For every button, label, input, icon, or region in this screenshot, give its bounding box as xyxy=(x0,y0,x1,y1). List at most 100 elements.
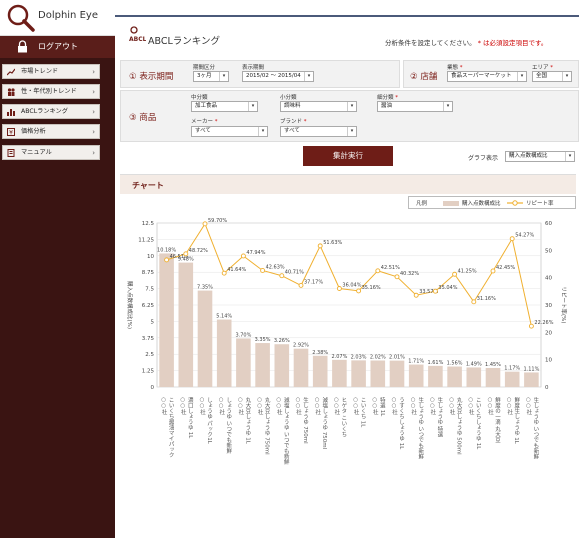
chevron-down-icon: ▾ xyxy=(258,127,267,136)
repeat-rate-point xyxy=(528,323,534,329)
detail-category-label: 細分類 * xyxy=(377,93,398,101)
period-range-label: 表示期間 xyxy=(242,65,265,71)
line-data-label: 59.70% xyxy=(208,218,227,224)
top-bar xyxy=(115,0,579,17)
category-label: ○○社 ヒゲタ こいくち xyxy=(333,397,347,439)
product-panel: ③ 商品 中分類 加工食品 ▾ 小分類 調味料 ▾ 細分類 * 醤油 ▾ メーカ… xyxy=(120,90,579,142)
chevron-down-icon: ▾ xyxy=(565,152,574,161)
required-mark: * xyxy=(303,119,307,125)
bar xyxy=(351,360,366,387)
period-range-select[interactable]: 2015/02 ～ 2015/04 ▾ xyxy=(242,71,314,82)
bar-data-label: 7.35% xyxy=(197,285,213,291)
y-tick-label: 7.5 xyxy=(145,287,154,293)
category-label: ○○社 生しょうゆ 750ml xyxy=(295,396,309,444)
repeat-rate-point xyxy=(471,299,477,305)
bar-data-label: 5.14% xyxy=(216,314,232,320)
chevron-down-icon: ▾ xyxy=(347,127,356,136)
brand-label-text: ブランド xyxy=(280,119,303,125)
category-label: ○○社 生しょうゆ 特選 xyxy=(429,396,443,439)
sidebar-item-gender-age[interactable]: 性・年代別トレンド › xyxy=(2,84,100,99)
graph-type-value: 購入点数構成比 xyxy=(509,153,548,159)
bar xyxy=(504,371,520,387)
category-label-text: ○○社 xyxy=(353,397,360,416)
category-label-text: ○○社 xyxy=(161,397,168,416)
category-label-text: 生しょうゆ 750ml xyxy=(302,396,309,444)
category-label-text: しょうゆ いつでも新鮮 xyxy=(225,397,232,455)
store-type-value: 食品スーパーマーケット xyxy=(451,73,512,79)
header-note-text: 分析条件を設定してください。 xyxy=(385,39,476,47)
sidebar-item-price-analysis[interactable]: ¥ 価格分析 › xyxy=(2,124,100,139)
graph-type-select[interactable]: 購入点数構成比 ▾ xyxy=(505,151,575,162)
legend-title: 凡例 xyxy=(416,201,428,207)
line-data-label: 36.04% xyxy=(342,282,361,288)
y-tick-label: 6.25 xyxy=(142,303,155,309)
category-label-text: 特選 1L xyxy=(379,396,386,417)
category-label-text: うすくちしょうゆ 1L xyxy=(398,397,405,450)
app: Dolphin Eye ログアウト 市場トレンド › 性・年代別トレンド › A… xyxy=(0,0,579,538)
maker-label-text: メーカー xyxy=(191,119,214,125)
legend-series-bar: 購入点数構成比 xyxy=(462,201,501,207)
store-area-select[interactable]: 全国 ▾ xyxy=(532,71,572,82)
line-data-label: 41.25% xyxy=(458,268,477,274)
bar xyxy=(466,367,482,387)
y2-tick-label: 50 xyxy=(545,248,552,254)
line-data-label: 40.32% xyxy=(400,271,419,277)
line-data-label: 22.26% xyxy=(534,320,553,326)
period-unit-select[interactable]: 3ヶ月 ▾ xyxy=(193,71,229,82)
bar-data-label: 1.17% xyxy=(504,366,520,372)
mid-category-select[interactable]: 加工食品 ▾ xyxy=(191,101,258,112)
manual-icon xyxy=(7,149,15,157)
line-data-label: 31.16% xyxy=(477,296,496,302)
chevron-down-icon: ▾ xyxy=(517,72,526,81)
bar-data-label: 2.03% xyxy=(351,354,367,360)
brand-value: すべて xyxy=(284,128,300,134)
bar-data-label: 3.26% xyxy=(274,338,290,344)
repeat-rate-point xyxy=(356,288,362,294)
required-mark: * xyxy=(214,119,218,125)
small-category-select[interactable]: 調味料 ▾ xyxy=(280,101,357,112)
line-data-label: 51.63% xyxy=(323,240,342,246)
category-label-text: 鮮度生しょうゆ 1L xyxy=(513,396,520,445)
chevron-down-icon: ▾ xyxy=(347,102,356,111)
repeat-rate-point xyxy=(509,236,515,242)
store-type-select[interactable]: 食品スーパーマーケット ▾ xyxy=(447,71,527,82)
sidebar-item-abcl-ranking[interactable]: ABCLランキング › xyxy=(2,104,100,119)
bar-data-label: 9.48% xyxy=(178,257,194,263)
y2-tick-label: 10 xyxy=(545,358,552,364)
sidebar-item-manual[interactable]: マニュアル › xyxy=(2,145,100,160)
bar-data-label: 2.38% xyxy=(312,350,328,356)
maker-select[interactable]: すべて ▾ xyxy=(191,126,268,137)
bar xyxy=(216,319,232,387)
store-area-value: 全国 xyxy=(536,73,548,79)
category-label: ○○社 しょうゆ いつでも新鮮 xyxy=(218,397,232,455)
repeat-rate-point xyxy=(221,270,227,276)
required-note: * は必須設定項目です。 xyxy=(477,39,548,47)
repeat-rate-point xyxy=(432,288,438,294)
detail-category-select[interactable]: 醤油 ▾ xyxy=(377,101,453,112)
category-label: ○○社 しょうゆ パック1L xyxy=(199,397,213,445)
lock-icon xyxy=(18,40,27,53)
repeat-rate-point xyxy=(490,268,496,274)
run-aggregation-button[interactable]: 集計実行 xyxy=(303,146,393,166)
y2-tick-label: 20 xyxy=(545,330,552,336)
repeat-rate-point xyxy=(298,282,304,288)
bar xyxy=(332,359,347,387)
category-label-text: ○○社 xyxy=(487,397,494,416)
period-panel: ① 表示期間 期間区分 3ヶ月 ▾ 表示期間 2015/02 ～ 2015/04… xyxy=(120,60,400,88)
chart-section-header: チャート xyxy=(120,174,576,194)
logout-button[interactable]: ログアウト xyxy=(0,36,115,58)
period-section-title: ① 表示期間 xyxy=(129,72,174,82)
repeat-rate-point xyxy=(240,253,246,259)
category-label-text: しょうゆ パック1L xyxy=(206,397,213,445)
period-unit-value: 3ヶ月 xyxy=(197,73,212,79)
repeat-rate-line xyxy=(166,222,532,327)
sidebar-item-market-trend[interactable]: 市場トレンド › xyxy=(2,64,100,79)
repeat-rate-point xyxy=(413,292,419,298)
small-category-label: 小分類 xyxy=(280,95,297,101)
app-name: Dolphin Eye xyxy=(38,10,98,21)
bar xyxy=(485,367,501,387)
brand-select[interactable]: すべて ▾ xyxy=(280,126,357,137)
line-data-label: 41.64% xyxy=(227,267,246,273)
market-trend-icon xyxy=(7,68,15,76)
bar-data-label: 2.92% xyxy=(293,343,309,349)
